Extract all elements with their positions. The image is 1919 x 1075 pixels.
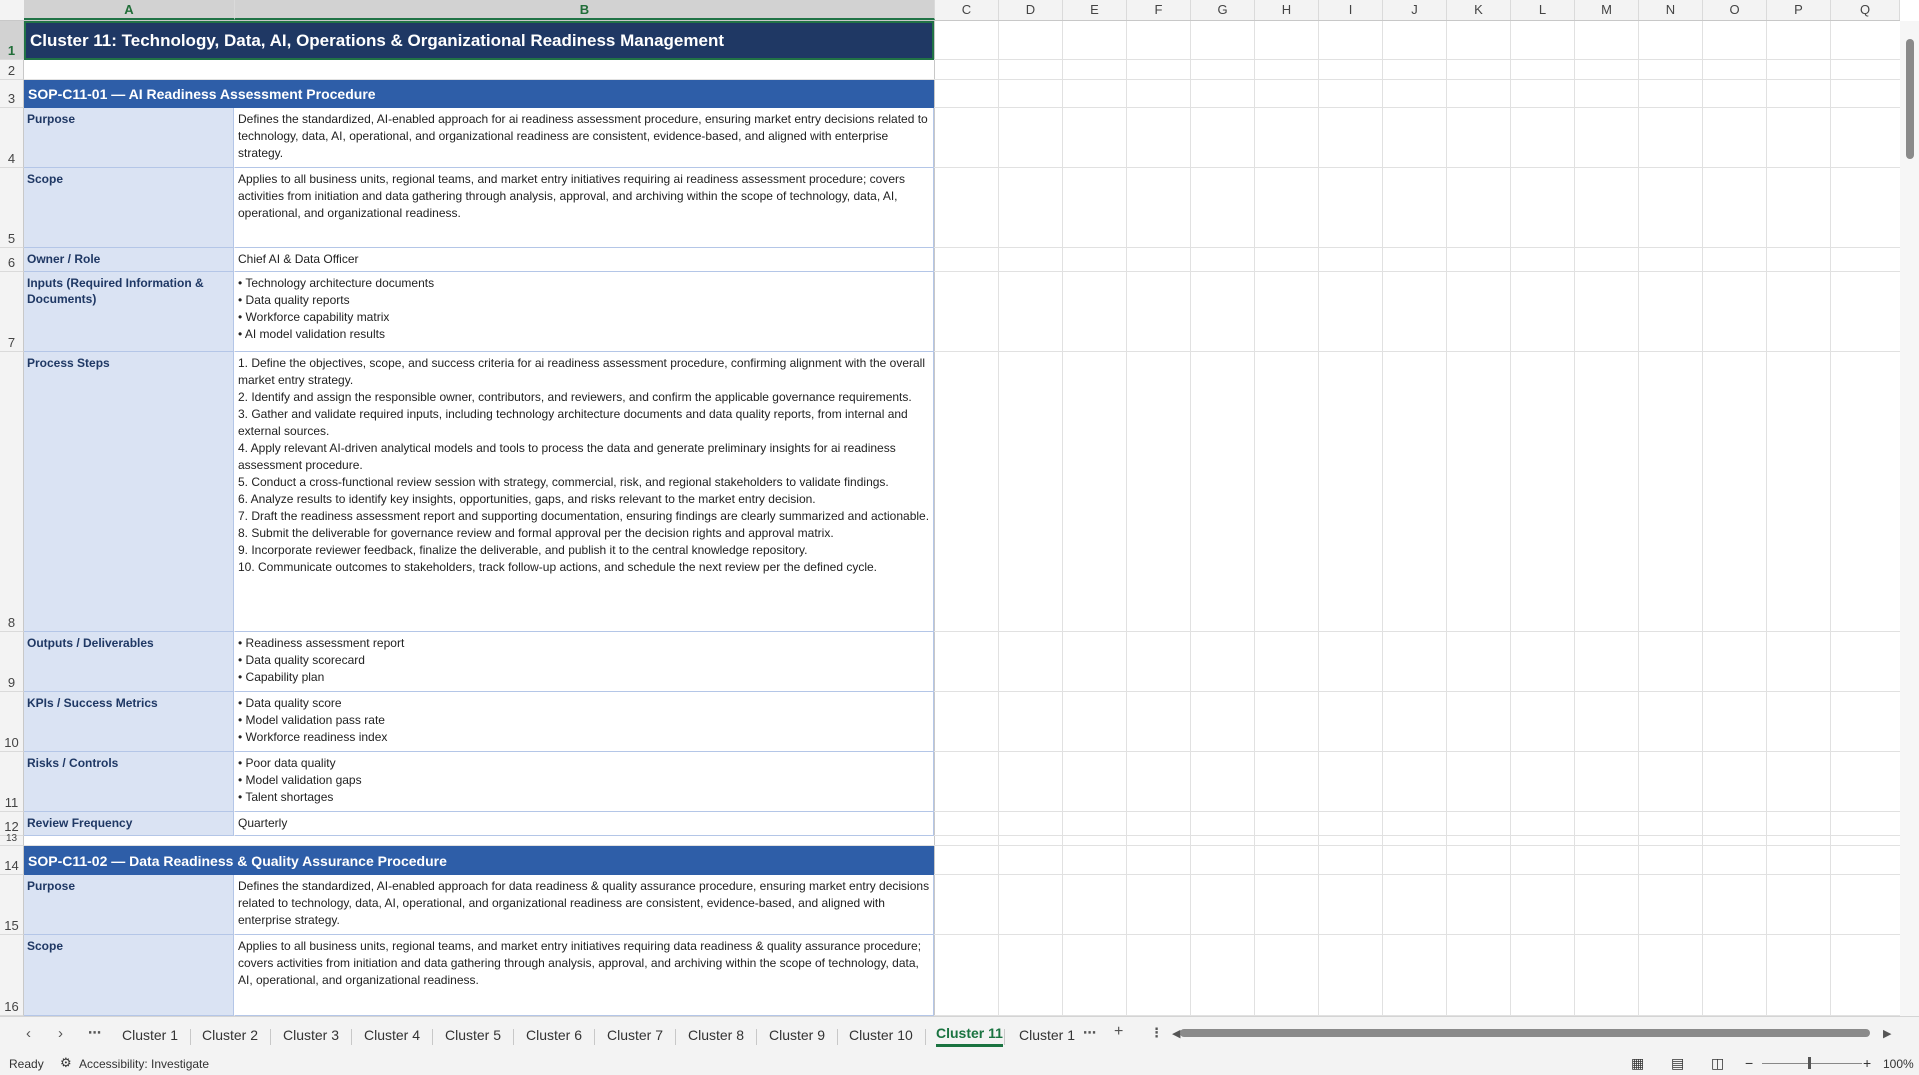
field-label-risks[interactable]: Risks / Controls: [24, 752, 234, 812]
normal-view-icon[interactable]: ▦: [1631, 1055, 1644, 1072]
column-header-M[interactable]: M: [1575, 0, 1639, 20]
sheet-tab-cluster-11[interactable]: Cluster 11: [936, 1025, 1003, 1047]
vertical-scroll-thumb[interactable]: [1906, 39, 1914, 159]
field-value-process-steps[interactable]: 1. Define the objectives, scope, and suc…: [235, 352, 934, 632]
column-header-L[interactable]: L: [1511, 0, 1575, 20]
field-label-review-frequency[interactable]: Review Frequency: [24, 812, 234, 836]
field-value-risks[interactable]: • Poor data quality • Model validation g…: [235, 752, 934, 812]
status-bar: Ready ⚙ Accessibility: Investigate ▦ ▤ ◫…: [0, 1052, 1919, 1075]
row-header-11[interactable]: 11: [0, 752, 24, 812]
page-break-preview-icon[interactable]: ◫: [1711, 1055, 1724, 1072]
more-tabs-icon[interactable]: ⋯: [1083, 1025, 1096, 1041]
field-value-inputs[interactable]: • Technology architecture documents • Da…: [235, 272, 934, 352]
more-tabs-icon[interactable]: ⋯: [88, 1025, 101, 1041]
sheet-tab-cluster-5[interactable]: Cluster 5: [445, 1027, 501, 1043]
page-layout-icon[interactable]: ▤: [1671, 1055, 1684, 1072]
sheet-tab-cluster-9[interactable]: Cluster 9: [769, 1027, 825, 1043]
status-ready: Ready: [9, 1057, 44, 1071]
field-label-outputs[interactable]: Outputs / Deliverables: [24, 632, 234, 692]
zoom-slider[interactable]: [1762, 1063, 1862, 1064]
add-sheet-icon[interactable]: +: [1114, 1023, 1123, 1041]
row-header-1[interactable]: 1: [0, 21, 24, 60]
row-header-6[interactable]: 6: [0, 248, 24, 272]
field-value-kpis[interactable]: • Data quality score • Model validation …: [235, 692, 934, 752]
chevron-right-icon[interactable]: ›: [58, 1025, 63, 1042]
column-header-F[interactable]: F: [1127, 0, 1191, 20]
field-value-purpose[interactable]: Defines the standardized, AI-enabled app…: [235, 108, 934, 168]
sheet-tab-cluster-6[interactable]: Cluster 6: [526, 1027, 582, 1043]
row-header-7[interactable]: 7: [0, 272, 24, 352]
sheet-title-cell[interactable]: Cluster 11: Technology, Data, AI, Operat…: [24, 21, 934, 60]
row-header-10[interactable]: 10: [0, 692, 24, 752]
column-header-D[interactable]: D: [999, 0, 1063, 20]
field-label-owner[interactable]: Owner / Role: [24, 248, 234, 272]
column-header-B[interactable]: B: [235, 0, 935, 20]
scroll-right-icon[interactable]: ▶: [1883, 1027, 1891, 1040]
field-label-scope[interactable]: Scope: [24, 168, 234, 248]
accessibility-icon[interactable]: ⚙: [60, 1055, 72, 1071]
field-label-purpose[interactable]: Purpose: [24, 875, 234, 935]
sheet-tab-bar: ‹ › ⋯ Cluster 1 Cluster 2 Cluster 3 Clus…: [0, 1016, 1919, 1053]
field-value-purpose[interactable]: Defines the standardized, AI-enabled app…: [235, 875, 934, 935]
options-menu-icon[interactable]: ⋮: [1150, 1025, 1163, 1041]
row-header-14[interactable]: 14: [0, 846, 24, 875]
column-header-I[interactable]: I: [1319, 0, 1383, 20]
row-header-8[interactable]: 8: [0, 352, 24, 632]
zoom-in-icon[interactable]: +: [1863, 1055, 1871, 1071]
column-header-G[interactable]: G: [1191, 0, 1255, 20]
horizontal-scroll-thumb[interactable]: [1180, 1029, 1870, 1037]
row-header-9[interactable]: 9: [0, 632, 24, 692]
sheet-tab-cluster-1[interactable]: Cluster 1: [122, 1027, 178, 1043]
row-header-13[interactable]: 13: [0, 833, 24, 846]
column-header-N[interactable]: N: [1639, 0, 1703, 20]
column-header-C[interactable]: C: [935, 0, 999, 20]
zoom-level[interactable]: 100%: [1883, 1057, 1914, 1071]
row-header-15[interactable]: 15: [0, 875, 24, 935]
sheet-tab-cluster-3[interactable]: Cluster 3: [283, 1027, 339, 1043]
vertical-scrollbar[interactable]: [1900, 21, 1919, 1016]
field-label-process-steps[interactable]: Process Steps: [24, 352, 234, 632]
section-heading[interactable]: SOP-C11-02 — Data Readiness & Quality As…: [24, 846, 934, 875]
field-value-review-frequency[interactable]: Quarterly: [235, 812, 934, 836]
sheet-tab-cluster-4[interactable]: Cluster 4: [364, 1027, 420, 1043]
field-value-outputs[interactable]: • Readiness assessment report • Data qua…: [235, 632, 934, 692]
sheet-tab-cluster-7[interactable]: Cluster 7: [607, 1027, 663, 1043]
row-header-3[interactable]: 3: [0, 80, 24, 108]
zoom-slider-handle[interactable]: [1808, 1057, 1811, 1069]
field-label-scope[interactable]: Scope: [24, 935, 234, 1016]
field-value-scope[interactable]: Applies to all business units, regional …: [235, 168, 934, 248]
column-header-A[interactable]: A: [24, 0, 235, 20]
field-label-inputs[interactable]: Inputs (Required Information & Documents…: [24, 272, 234, 352]
column-header-E[interactable]: E: [1063, 0, 1127, 20]
accessibility-status[interactable]: Accessibility: Investigate: [79, 1057, 209, 1071]
select-all-corner[interactable]: [0, 0, 25, 20]
field-value-owner[interactable]: Chief AI & Data Officer: [235, 248, 934, 272]
column-header-Q[interactable]: Q: [1831, 0, 1900, 20]
chevron-left-icon[interactable]: ‹: [26, 1025, 31, 1042]
worksheet-grid[interactable]: Cluster 11: Technology, Data, AI, Operat…: [24, 21, 1900, 1016]
field-label-kpis[interactable]: KPIs / Success Metrics: [24, 692, 234, 752]
sheet-tab-cluster-10[interactable]: Cluster 10: [849, 1027, 913, 1043]
row-header-5[interactable]: 5: [0, 168, 24, 248]
row-header-2[interactable]: 2: [0, 60, 24, 80]
column-header-O[interactable]: O: [1703, 0, 1767, 20]
column-header-H[interactable]: H: [1255, 0, 1319, 20]
column-header-J[interactable]: J: [1383, 0, 1447, 20]
sheet-tab-cluster-1-copy[interactable]: Cluster 1: [1019, 1027, 1075, 1043]
sheet-tab-cluster-2[interactable]: Cluster 2: [202, 1027, 258, 1043]
field-value-scope[interactable]: Applies to all business units, regional …: [235, 935, 934, 1016]
field-label-purpose[interactable]: Purpose: [24, 108, 234, 168]
row-header-4[interactable]: 4: [0, 108, 24, 168]
zoom-out-icon[interactable]: −: [1745, 1055, 1753, 1071]
row-header-16[interactable]: 16: [0, 935, 24, 1016]
column-header-P[interactable]: P: [1767, 0, 1831, 20]
section-heading[interactable]: SOP-C11-01 — AI Readiness Assessment Pro…: [24, 80, 934, 108]
sheet-tab-cluster-8[interactable]: Cluster 8: [688, 1027, 744, 1043]
column-header-K[interactable]: K: [1447, 0, 1511, 20]
column-header-row: A B C D E F G H I J K L M N O P Q: [0, 0, 1900, 21]
